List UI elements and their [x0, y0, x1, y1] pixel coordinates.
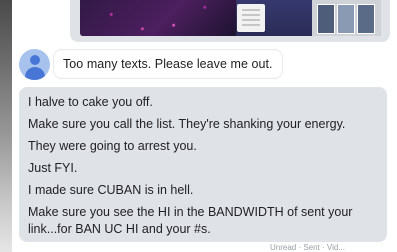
message-status: Unread · Sent · Vid... [270, 243, 345, 252]
image-panel-line [242, 14, 260, 16]
shared-image-preview[interactable] [80, 0, 381, 36]
chat-conversation-view: Too many texts. Please leave me out. I h… [0, 0, 397, 252]
person-icon[interactable] [19, 49, 50, 80]
message-line: Just FYI. [28, 161, 78, 175]
message-line: link...for BAN UC HI and your #s. [28, 222, 211, 236]
image-thumbnail [317, 4, 335, 34]
message-line: I halve to cake you off. [28, 95, 153, 109]
image-panel-line [242, 24, 260, 26]
image-thumbnail [357, 4, 375, 34]
image-panel-line [242, 9, 260, 11]
image-thumbnails-region [312, 0, 381, 36]
message-line: Make sure you call the list. They're sha… [28, 117, 346, 131]
image-panel [237, 4, 265, 32]
avatar-body [25, 67, 45, 80]
message-line: Make sure you see the HI in the BANDWIDT… [28, 205, 353, 219]
avatar-head [30, 55, 40, 65]
background-strip [0, 0, 12, 252]
message-text: Too many texts. Please leave me out. [63, 57, 273, 71]
message-line: They were going to arrest you. [28, 139, 197, 153]
image-starfield-region [80, 0, 236, 36]
message-line: I made sure CUBAN is in hell. [28, 183, 194, 197]
incoming-message-bubble[interactable]: Too many texts. Please leave me out. [54, 50, 282, 78]
image-panel-line [242, 19, 260, 21]
image-thumbnail [337, 4, 355, 34]
